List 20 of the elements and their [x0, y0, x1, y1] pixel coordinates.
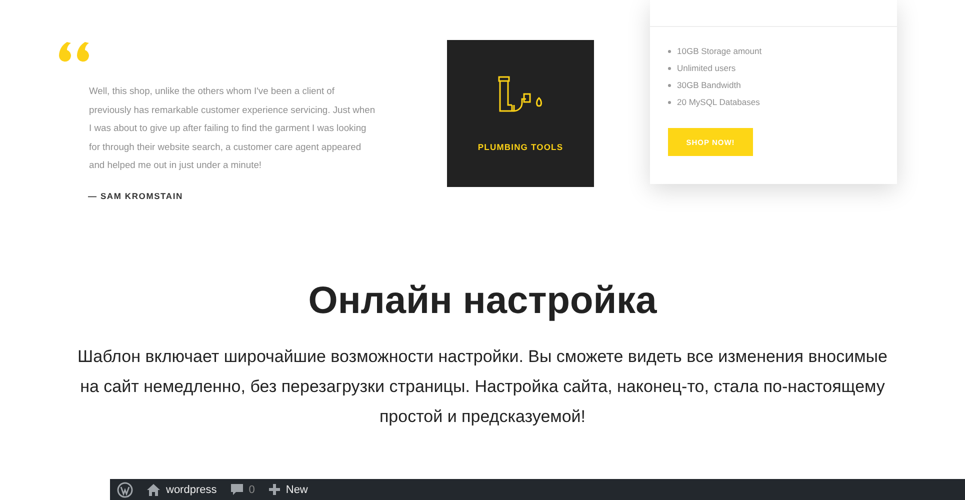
category-tile[interactable]: PLUMBING TOOLS — [447, 40, 594, 187]
bullet-icon — [668, 50, 671, 53]
section-title: Онлайн настройка — [307, 279, 658, 324]
wordpress-logo-icon[interactable] — [117, 482, 133, 498]
bullet-icon — [668, 101, 671, 104]
testimonial-text: Well, this shop, unlike the others whom I've been a client of previously has remarkable customer experience servicing. Just when I was about to give up after failing to find the garment I was looking for through their website search, a customer care agent appeared and helped me out in just under a minute! — [89, 84, 376, 172]
comments-link[interactable]: 0 — [230, 484, 255, 496]
site-link[interactable]: wordpress — [147, 484, 217, 496]
home-icon — [147, 484, 160, 496]
feature-item: 30GB Bandwidth — [677, 79, 741, 92]
bullet-icon — [668, 67, 671, 70]
feature-item: Unlimited users — [677, 62, 736, 75]
comment-icon — [230, 484, 243, 496]
feature-item: 20 MySQL Databases — [677, 96, 760, 109]
plus-icon — [268, 484, 280, 495]
section-description: Шаблон включает широчайшие возможности настройки. Вы сможете видеть все изменения вносимые на сайт немедленно, без перезагрузки страницы. Настройка сайта, наконец-то, стала по-настоящему простой и предсказуемой! — [76, 346, 888, 428]
bullet-icon — [668, 84, 671, 87]
new-link[interactable]: New — [268, 484, 308, 496]
feature-item: 10GB Storage amount — [677, 45, 762, 58]
testimonial-author: — SAM KROMSTAIN — [88, 190, 184, 201]
